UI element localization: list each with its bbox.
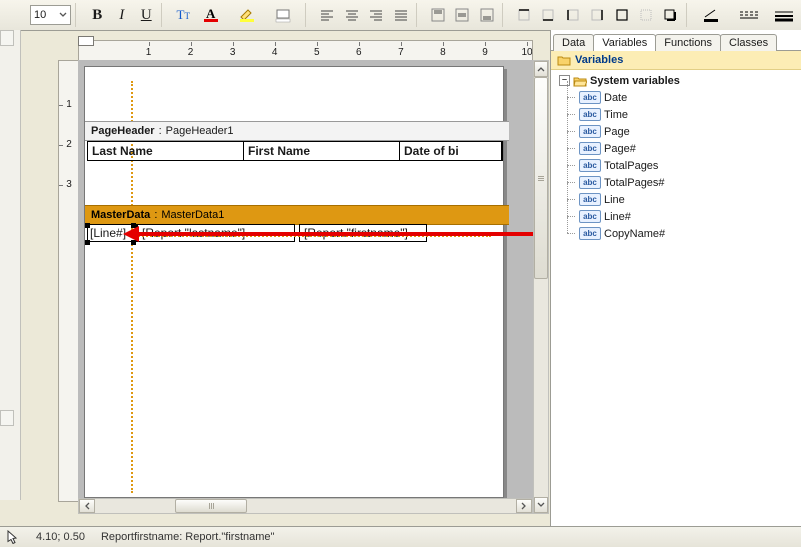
resize-handle[interactable] [85,240,90,245]
valign-top-button[interactable] [426,3,448,27]
text-style-button[interactable]: TT [172,3,194,27]
column-header[interactable]: Date of bi [400,142,502,160]
ruler-origin-handle[interactable] [78,36,94,46]
tree-node-variable[interactable]: abcLine# [553,208,799,225]
fill-color-button[interactable] [268,3,302,27]
horizontal-scrollbar[interactable] [78,498,533,514]
border-left-button[interactable] [561,3,583,27]
band-name: MasterData1 [161,209,224,221]
variable-icon: abc [579,91,601,104]
scroll-left-button[interactable] [79,499,95,513]
vertical-scrollbar[interactable] [533,60,549,514]
tree-node-variable[interactable]: abcDate [553,89,799,106]
border-shadow-button[interactable] [659,3,681,27]
variable-icon: abc [579,159,601,172]
align-center-button[interactable] [340,3,362,27]
scroll-right-button[interactable] [516,499,532,513]
variables-tree[interactable]: – System variables abcDate abcTime abcPa… [551,70,801,244]
tree-node-system-variables[interactable]: – System variables [553,72,799,89]
resize-handle[interactable] [131,240,136,245]
band-label: MasterData [91,209,150,221]
highlight-color-button[interactable] [232,3,266,27]
scroll-up-button[interactable] [534,61,548,77]
design-canvas[interactable]: PageHeader: PageHeader1 Last Name First … [78,60,533,500]
variable-icon: abc [579,108,601,121]
resize-handle[interactable] [131,223,136,228]
panel-title: Variables [551,51,801,70]
variable-icon: abc [579,193,601,206]
format-toolbar: 10 B I U TT A [0,0,801,31]
vertical-ruler[interactable]: 1 2 3 [58,60,80,502]
tab-functions[interactable]: Functions [655,34,721,51]
bold-button[interactable]: B [86,3,108,27]
border-right-button[interactable] [586,3,608,27]
font-color-button[interactable]: A [197,3,231,27]
status-selection: Reportfirstname: Report."firstname" [101,531,274,543]
italic-button[interactable]: I [111,3,133,27]
align-right-button[interactable] [365,3,387,27]
master-data-row[interactable]: [Line#] [Report."lastname"] [Report."fir… [87,225,501,241]
folder-open-icon [573,75,587,87]
horizontal-ruler[interactable]: 1 2 3 4 5 6 7 8 9 10 [78,40,533,62]
border-bottom-button[interactable] [537,3,559,27]
line-width-button[interactable] [768,3,801,27]
cursor-icon [6,530,20,544]
variable-icon: abc [579,227,601,240]
line-color-button[interactable] [696,3,730,27]
tree-node-variable[interactable]: abcPage [553,123,799,140]
font-size-combo[interactable]: 10 [30,5,71,25]
variable-icon: abc [579,125,601,138]
column-header[interactable]: Last Name [88,142,244,160]
report-page[interactable]: PageHeader: PageHeader1 Last Name First … [84,66,504,498]
tree-node-variable[interactable]: abcCopyName# [553,225,799,242]
tree-node-variable[interactable]: abcTime [553,106,799,123]
scroll-thumb[interactable] [534,77,548,279]
resize-handle[interactable] [85,223,90,228]
variable-icon: abc [579,210,601,223]
right-panel: Data Variables Functions Classes Variabl… [550,30,801,527]
left-tool-strip [0,30,21,500]
font-size-value: 10 [34,9,46,21]
tree-node-variable[interactable]: abcTotalPages [553,157,799,174]
band-divider [131,235,491,237]
scroll-down-button[interactable] [534,497,548,513]
band-name: PageHeader1 [166,125,234,137]
folder-icon [557,54,571,66]
page-header-band[interactable]: PageHeader: PageHeader1 [85,121,509,141]
lastname-field[interactable]: [Report."lastname"] [137,224,295,242]
svg-text:A: A [206,7,216,21]
variable-icon: abc [579,176,601,189]
column-header-row[interactable]: Last Name First Name Date of bi [87,141,503,161]
tab-classes[interactable]: Classes [720,34,777,51]
align-left-button[interactable] [316,3,338,27]
align-justify-button[interactable] [389,3,411,27]
line-style-button[interactable] [732,3,766,27]
border-top-button[interactable] [512,3,534,27]
tree-node-variable[interactable]: abcLine [553,191,799,208]
pane-tab[interactable] [0,30,14,46]
pane-tab[interactable] [0,410,14,426]
tab-variables[interactable]: Variables [593,34,656,51]
status-position: 4.10; 0.50 [36,531,85,543]
tree-node-variable[interactable]: abcTotalPages# [553,174,799,191]
chevron-down-icon [59,11,67,19]
border-none-button[interactable] [635,3,657,27]
right-panel-tabs: Data Variables Functions Classes [551,30,801,51]
master-data-band[interactable]: MasterData: MasterData1 [85,205,509,225]
valign-bottom-button[interactable] [475,3,497,27]
column-header[interactable]: First Name [244,142,400,160]
valign-middle-button[interactable] [451,3,473,27]
tree-node-variable[interactable]: abcPage# [553,140,799,157]
scroll-thumb[interactable] [175,499,247,513]
firstname-field[interactable]: [Report."firstname"] [299,224,427,242]
border-all-button[interactable] [610,3,632,27]
tab-data[interactable]: Data [553,34,594,51]
band-label: PageHeader [91,125,155,137]
status-bar: 4.10; 0.50 Reportfirstname: Report."firs… [0,526,801,547]
variable-icon: abc [579,142,601,155]
underline-button[interactable]: U [135,3,157,27]
line-number-field[interactable]: [Line#] [87,224,137,242]
